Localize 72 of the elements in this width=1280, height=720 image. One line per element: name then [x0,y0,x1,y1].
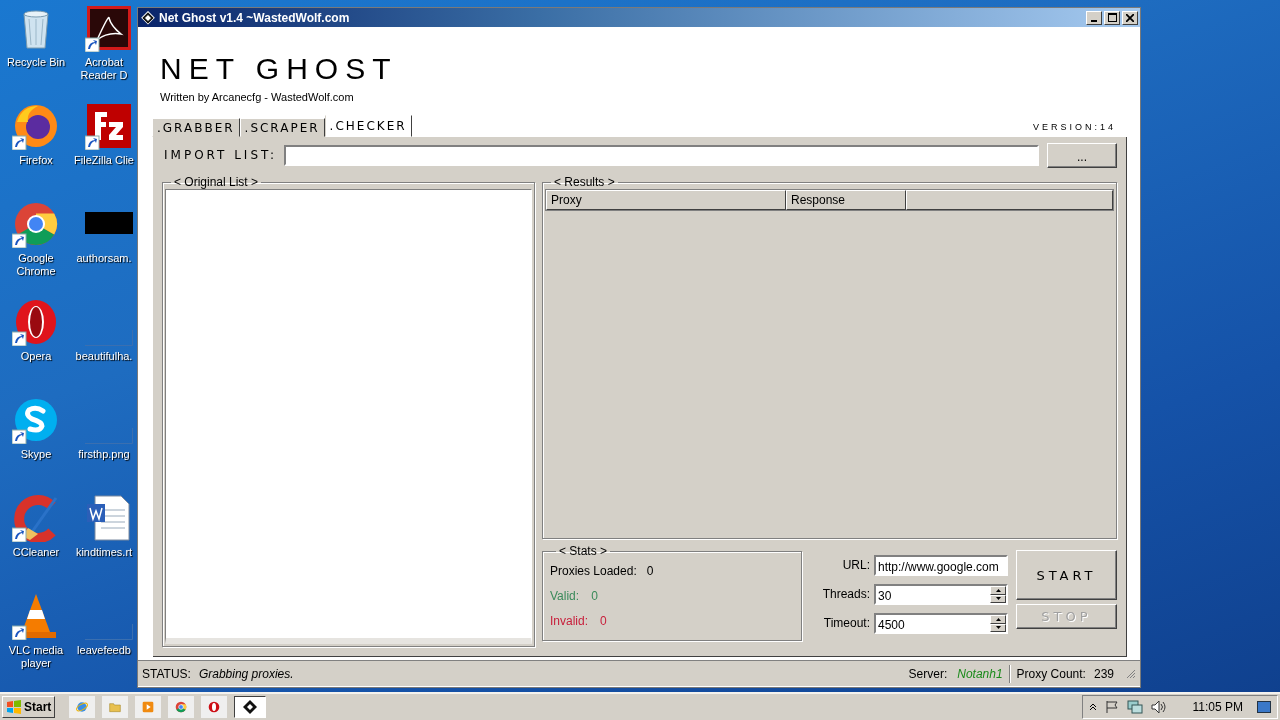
icon-label[interactable]: authorsam. [76,252,132,265]
stat-label: Valid: [550,588,580,603]
group-title: < Stats > [558,544,609,558]
tab[interactable]: .SCRAPER [239,118,325,137]
icon-label[interactable]: firsthp.png [78,448,130,461]
count-label: Proxy Count: [1016,666,1086,681]
close-button[interactable] [1122,10,1138,25]
server-label: Server: [908,666,948,681]
firefox-icon [12,102,60,150]
filezilla-icon [85,102,133,150]
icon-label[interactable]: leavefeedb [77,644,131,657]
taskbar-button[interactable] [234,696,267,718]
group-title: < Results > [553,175,616,189]
show-desktop-icon [1257,701,1271,713]
icon-label[interactable]: Skype [20,448,52,461]
maximize-button[interactable] [1104,10,1120,25]
import-label: IMPORT LIST: [163,148,279,162]
minimize-button[interactable] [1086,10,1102,25]
start-button[interactable]: Start [2,696,56,718]
url-field[interactable]: http://www.google.com [874,555,1008,576]
icon-label[interactable]: CCleaner [12,546,60,559]
maximize-icon [1107,13,1117,22]
stat-value: 0 [591,588,598,603]
minimize-icon [1091,19,1097,22]
icon-label[interactable]: Firefox [19,154,53,167]
status-label: STATUS: [142,666,191,681]
resize-grip-icon [1126,668,1136,679]
column-header[interactable]: Proxy [546,190,786,210]
icon-label[interactable]: beautifulha. [75,350,133,363]
windows-logo-icon [6,700,22,714]
document-icon [85,494,133,542]
icon-label[interactable]: Recycle Bin [6,56,66,69]
timeout-field[interactable]: 4500 [874,613,1008,634]
field-label: URL: [841,557,870,574]
field-label: Threads: [821,586,870,603]
column-header[interactable]: Response [786,190,906,210]
chrome-icon [12,200,60,248]
icon-label[interactable]: Opera [20,350,52,363]
start-button[interactable]: START [1016,550,1117,600]
icon-label[interactable]: kindtimes.rt [75,546,133,559]
chevron-up-icon [1088,703,1097,711]
ccleaner-icon [12,494,60,542]
app-icon [141,10,155,25]
group-title: < Original List > [173,175,260,189]
icon-label[interactable]: VLC media player [1,644,71,670]
server-name: Notanh1 [957,666,1003,681]
icon-label[interactable]: Acrobat Reader D [72,56,136,82]
window-title: Net Ghost v1.4 ~WastedWolf.com [159,10,351,25]
pdf-app-icon [85,4,133,52]
icon-label[interactable]: Google Chrome [1,252,71,278]
stat-label: Invalid: [550,613,589,628]
close-icon [1126,13,1134,22]
stat-label: Proxies Loaded: [550,563,637,578]
tab[interactable]: .GRABBER [152,118,240,137]
tab[interactable]: .CHECKER [324,115,412,137]
app-icon [241,698,260,716]
stat-value: 0 [600,613,607,628]
credit-text: Written by Arcanecfg - WastedWolf.com [160,91,354,103]
threads-field[interactable]: 30 [874,584,1008,605]
icon-label[interactable]: FileZilla Clie [74,154,134,167]
flag-icon [1104,700,1119,714]
import-field[interactable] [284,144,1039,166]
network-icon [1126,699,1143,715]
stat-value: 0 [646,563,654,578]
speaker-icon [1150,700,1167,714]
browse-button[interactable]: ... [1047,142,1117,168]
proxy-count: 239 [1093,666,1114,681]
field-label: Timeout: [822,615,870,632]
status-text: Grabbing proxies. [198,666,294,681]
app-logo: NET GHOST [160,51,398,87]
clock: 11:05 PM [1192,700,1243,714]
skype-icon [12,396,60,444]
